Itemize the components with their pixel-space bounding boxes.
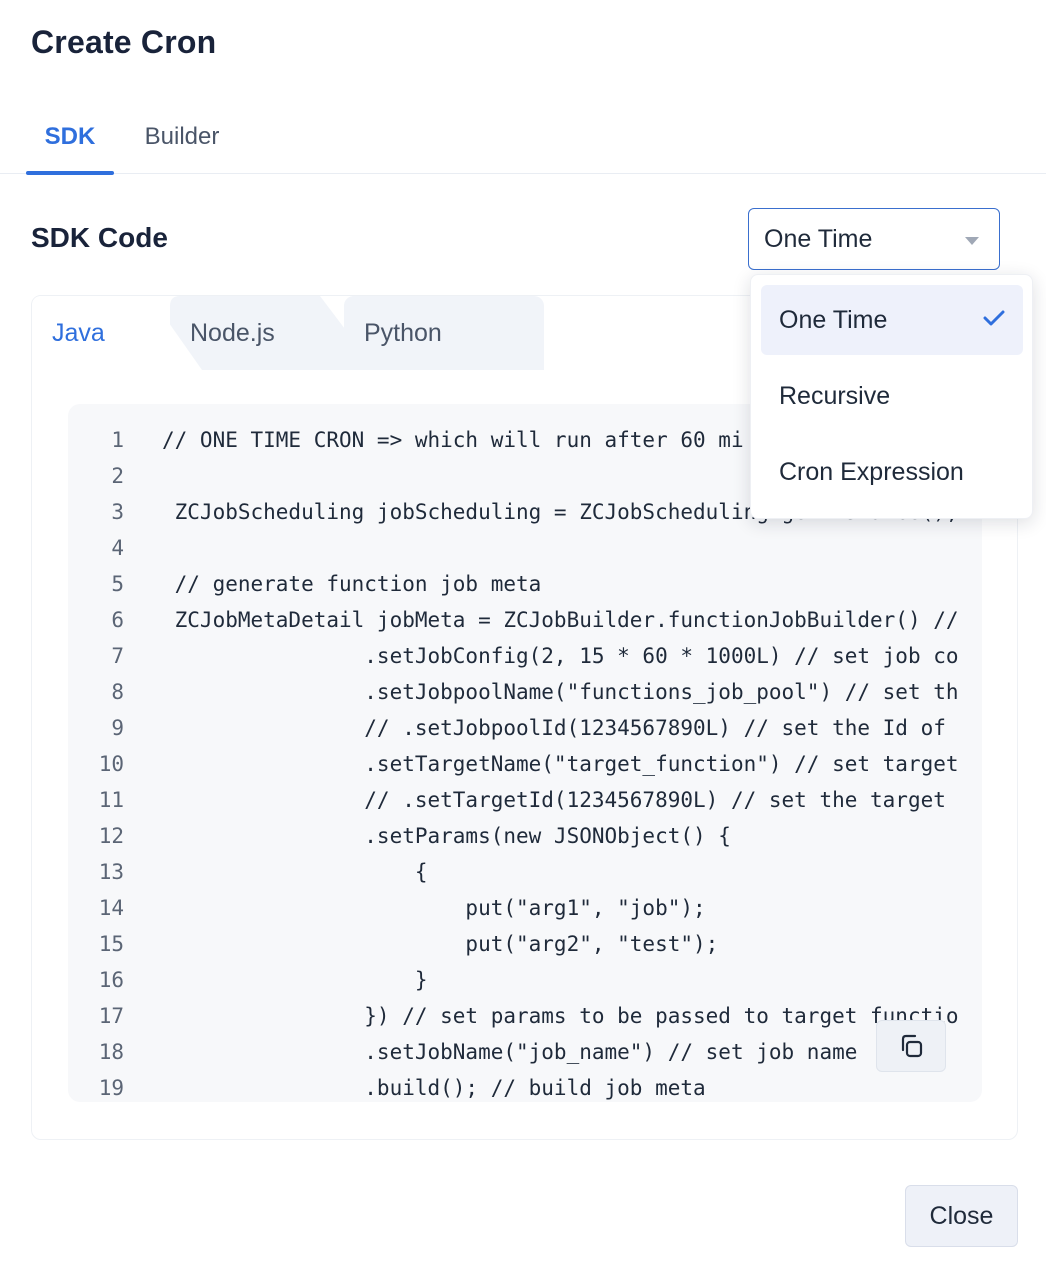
- create-cron-dialog: Create Cron SDK Builder SDK Code One Tim…: [0, 0, 1046, 1272]
- top-tab-bar: SDK Builder: [0, 100, 1046, 175]
- code-line: 5 // generate function job meta: [111, 572, 542, 596]
- code-line: 13 {: [98, 860, 428, 884]
- code-line: 9 // .setJobpoolId(1234567890L) // set t…: [111, 716, 946, 740]
- option-cron-expression-label: Cron Expression: [779, 457, 964, 486]
- option-one-time-label: One Time: [779, 305, 888, 334]
- tab-sdk[interactable]: SDK: [26, 100, 114, 175]
- option-recursive-label: Recursive: [779, 381, 891, 410]
- tab-java-label: Java: [52, 318, 105, 347]
- code-line: 16 }: [98, 968, 428, 992]
- schedule-type-value: One Time: [764, 224, 873, 253]
- tab-builder[interactable]: Builder: [130, 100, 234, 173]
- code-line: 15 put("arg2", "test");: [98, 932, 719, 956]
- code-line: 7 .setJobConfig(2, 15 * 60 * 1000L) // s…: [111, 644, 959, 668]
- tab-python-label: Python: [364, 318, 442, 347]
- code-line: 18 .setJobName("job_name") // set job na…: [98, 1040, 858, 1064]
- code-line: 19 .build(); // build job meta: [98, 1076, 706, 1100]
- code-line: 17 }) // set params to be passed to targ…: [98, 1004, 959, 1028]
- code-line: 8 .setJobpoolName("functions_job_pool") …: [111, 680, 959, 704]
- code-line: 6 ZCJobMetaDetail jobMeta = ZCJobBuilder…: [111, 608, 959, 632]
- chevron-down-icon: [965, 237, 979, 245]
- tab-python[interactable]: Python: [344, 296, 544, 370]
- copy-code-button[interactable]: [876, 1020, 946, 1072]
- option-one-time[interactable]: One Time: [761, 285, 1023, 355]
- schedule-type-dropdown: One Time Recursive Cron Expression: [750, 274, 1033, 519]
- option-cron-expression[interactable]: Cron Expression: [761, 437, 1023, 507]
- code-line: 12 .setParams(new JSONObject() {: [98, 824, 731, 848]
- tab-nodejs-label: Node.js: [190, 318, 275, 347]
- code-line: 14 put("arg1", "job");: [98, 896, 706, 920]
- code-line: 10 .setTargetName("target_function") // …: [98, 752, 959, 776]
- schedule-type-select[interactable]: One Time: [748, 208, 1000, 270]
- copy-icon: [901, 1034, 923, 1058]
- sdk-code-label: SDK Code: [31, 222, 168, 253]
- code-line: 4: [111, 536, 124, 560]
- check-icon: [983, 310, 1005, 326]
- dialog-title: Create Cron: [31, 24, 217, 60]
- code-line: 11 // .setTargetId(1234567890L) // set t…: [98, 788, 946, 812]
- option-recursive[interactable]: Recursive: [761, 361, 1023, 431]
- close-button[interactable]: Close: [905, 1185, 1018, 1247]
